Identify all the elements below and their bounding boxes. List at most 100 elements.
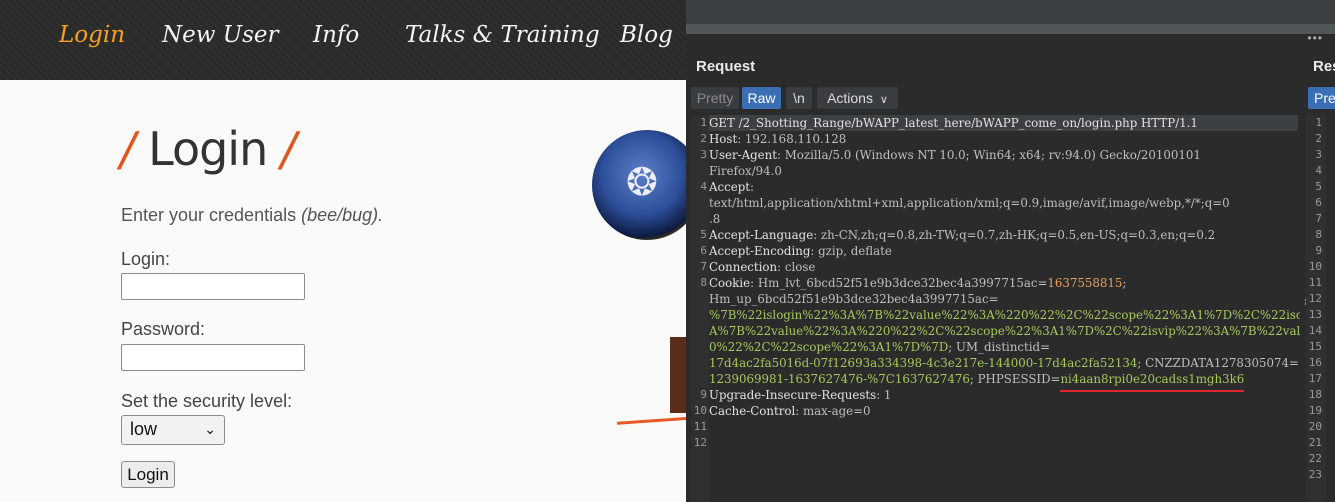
line-number: 2: [700, 132, 707, 145]
login-input[interactable]: [121, 273, 305, 300]
header-name: Accept: [709, 180, 751, 194]
response-editor[interactable]: [1326, 115, 1335, 502]
line-number: 2: [1315, 132, 1322, 145]
nav-link-login[interactable]: Login: [59, 22, 125, 48]
phpsessid-highlight-underline: [1060, 390, 1244, 392]
line-number: 23: [1308, 468, 1322, 481]
decorative-block: [670, 337, 686, 413]
cookie-value: %7B%22islogin%22%3A%7B%22value%22%3A%220…: [709, 308, 1335, 322]
line-number: 8: [700, 276, 707, 289]
cookie-value: 17d4ac2fa5016d-07f12693a334398-4c3e217e-…: [709, 356, 1138, 370]
header-value: : gzip, deflate: [810, 244, 892, 258]
tab-raw[interactable]: Raw: [742, 87, 781, 109]
line-number: 12: [693, 436, 707, 449]
login-button[interactable]: Login: [121, 461, 175, 488]
heading-text: Login: [148, 122, 268, 176]
line-number: 17: [1308, 372, 1322, 385]
heading-slash-right: /: [280, 122, 296, 176]
nav-link-blog[interactable]: Blog: [620, 22, 673, 48]
line-number: 13: [1308, 308, 1322, 321]
nav-link-talks-training[interactable]: Talks & Training: [405, 22, 600, 48]
header-accept-encoding: Accept-Encoding: gzip, deflate: [709, 243, 892, 259]
header-continuation: 1239069981-1637627476-%7C1637627476; PHP…: [709, 371, 1244, 387]
cookie-name: ; UM_distinctid=: [948, 340, 1050, 354]
line-number: 19: [1308, 404, 1322, 417]
cookie-name: : Hm_lvt_6bcd52f51e9b3dce32bec4a3997715a…: [750, 276, 1048, 290]
header-accept: Accept:: [709, 179, 754, 195]
wasp-icon: ❂: [626, 162, 658, 204]
line-number: 1: [700, 116, 707, 129]
line-number: 3: [700, 148, 707, 161]
top-navigation-bar: Login New User Info Talks & Training Blo…: [0, 0, 686, 80]
tab-show-newlines[interactable]: \n: [786, 87, 812, 109]
line-number: 5: [1315, 180, 1322, 193]
header-value: : 1: [876, 388, 892, 402]
more-options-icon[interactable]: •••: [1307, 31, 1323, 45]
line-number: 16: [1308, 356, 1322, 369]
phpsessid-value: ni4aan8rpi0e20cadss1mgh3k6: [1060, 372, 1245, 386]
tab-pretty[interactable]: Pretty: [691, 87, 739, 109]
header-continuation: text/html,application/xhtml+xml,applicat…: [709, 195, 1230, 211]
line-number: 12: [1308, 292, 1322, 305]
nav-link-info[interactable]: Info: [313, 22, 359, 48]
password-input[interactable]: [121, 344, 305, 371]
request-line-text: GET /2_Shotting_Range/bWAPP_latest_here/…: [709, 116, 1198, 130]
header-separator: :: [750, 180, 754, 194]
header-connection: Connection: close: [709, 259, 815, 275]
line-number: 4: [1315, 164, 1322, 177]
header-host: Host: 192.168.110.128: [709, 131, 846, 147]
chevron-down-icon: ∨: [879, 94, 888, 106]
credentials-hint: (bee/bug).: [301, 205, 384, 225]
line-number: 14: [1308, 324, 1322, 337]
line-number: 21: [1308, 436, 1322, 449]
cookie-value: 1239069981-1637627476-%7C1637627476: [709, 372, 970, 386]
credentials-prefix: Enter your credentials: [121, 205, 302, 225]
line-number: 15: [1308, 340, 1322, 353]
header-continuation: .8: [709, 211, 720, 227]
burp-top-bar: [686, 0, 1335, 24]
security-level-label: Set the security level:: [121, 391, 293, 411]
actions-dropdown[interactable]: Actions ∨: [817, 87, 898, 109]
page-title: / Login /: [120, 122, 296, 176]
chevron-down-icon: ⌄: [204, 421, 216, 437]
header-upgrade-insecure-requests: Upgrade-Insecure-Requests: 1: [709, 387, 891, 403]
nav-link-new-user[interactable]: New User: [162, 22, 279, 48]
line-number: 5: [700, 228, 707, 241]
request-text[interactable]: GET /2_Shotting_Range/bWAPP_latest_here/…: [709, 115, 1335, 502]
header-value: : zh-CN,zh;q=0.8,zh-TW;q=0.7,zh-HK;q=0.5…: [813, 228, 1216, 242]
header-name: User-Agent: [709, 148, 777, 162]
line-number: 9: [700, 388, 707, 401]
header-value: : 192.168.110.128: [737, 132, 847, 146]
line-number: 6: [1315, 196, 1322, 209]
header-continuation: A%7B%22value%22%3A%220%22%2C%22scope%22%…: [709, 323, 1335, 339]
line-number: 11: [1308, 276, 1322, 289]
header-name: Upgrade-Insecure-Requests: [709, 388, 877, 402]
cookie-name: ; PHPSESSID=: [969, 372, 1061, 386]
line-number: 3: [1315, 148, 1322, 161]
header-continuation: Hm_up_6bcd52f51e9b3dce32bec4a3997715ac=: [709, 291, 998, 307]
header-value: : max-age=0: [795, 404, 871, 418]
password-label: Password:: [121, 319, 206, 339]
header-continuation: 0%22%2C%22scope%22%3A1%7D%7D; UM_distinc…: [709, 339, 1050, 355]
header-cookie: Cookie: Hm_lvt_6bcd52f51e9b3dce32bec4a39…: [709, 275, 1126, 291]
request-editor[interactable]: 1 2 3 4 5 6 7 8 9 10 11 12 GET /2_Shotti…: [691, 115, 1335, 502]
login-label: Login:: [121, 249, 171, 269]
header-user-agent: User-Agent: Mozilla/5.0 (Windows NT 10.0…: [709, 147, 1201, 163]
header-cache-control: Cache-Control: max-age=0: [709, 403, 871, 419]
burp-toolbar-strip: [686, 24, 1335, 34]
decorative-line: [616, 416, 686, 425]
actions-label: Actions: [827, 90, 873, 106]
cookie-value: 0%22%2C%22scope%22%3A1%7D%7D: [709, 340, 949, 354]
cookie-separator: ;: [1122, 276, 1127, 290]
security-level-select[interactable]: low ⌄: [121, 415, 225, 445]
header-value: : close: [777, 260, 816, 274]
header-value: text/html,application/xhtml+xml,applicat…: [709, 196, 1230, 210]
header-name: Host: [709, 132, 738, 146]
cookie-name: Hm_up_6bcd52f51e9b3dce32bec4a3997715ac=: [709, 292, 999, 306]
line-number: 9: [1315, 244, 1322, 257]
cookie-value: 1637558815: [1047, 276, 1123, 290]
line-number: 7: [700, 260, 707, 273]
line-number: 4: [700, 180, 707, 193]
response-tab-pretty[interactable]: Pre: [1308, 87, 1335, 109]
header-accept-language: Accept-Language: zh-CN,zh;q=0.8,zh-TW;q=…: [709, 227, 1215, 243]
